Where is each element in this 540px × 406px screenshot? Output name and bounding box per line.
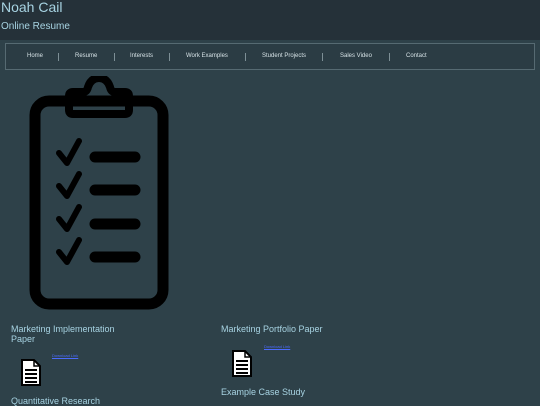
download-link[interactable]: Download Link <box>52 353 78 358</box>
site-subtitle: Online Resume <box>1 21 70 32</box>
nav-home[interactable]: Home <box>27 53 43 59</box>
nav-sales-video[interactable]: Sales Video <box>340 53 372 59</box>
site-title: Noah Cail <box>1 0 63 15</box>
document-title: Marketing Implementation Paper <box>11 324 115 344</box>
site-header: Noah Cail Online Resume <box>0 0 540 40</box>
clipboard-checklist-icon <box>29 76 169 310</box>
nav-separator <box>322 53 323 61</box>
nav-separator <box>169 53 170 61</box>
document-icon[interactable] <box>20 359 42 386</box>
nav-separator <box>389 53 390 61</box>
nav-student-projects[interactable]: Student Projects <box>262 53 306 59</box>
nav-separator <box>58 53 59 61</box>
nav-work-examples[interactable]: Work Examples <box>186 53 228 59</box>
nav-separator <box>114 53 115 61</box>
nav-contact[interactable]: Contact <box>406 53 427 59</box>
main-nav: Home Resume Interests Work Examples Stud… <box>5 43 535 70</box>
nav-resume[interactable]: Resume <box>75 53 97 59</box>
document-title: Example Case Study <box>221 387 306 397</box>
download-link[interactable]: Download Link <box>264 344 290 349</box>
document-icon[interactable] <box>231 350 253 377</box>
document-title: Marketing Portfolio Paper <box>221 324 323 334</box>
nav-separator <box>245 53 246 61</box>
nav-interests[interactable]: Interests <box>130 53 153 59</box>
